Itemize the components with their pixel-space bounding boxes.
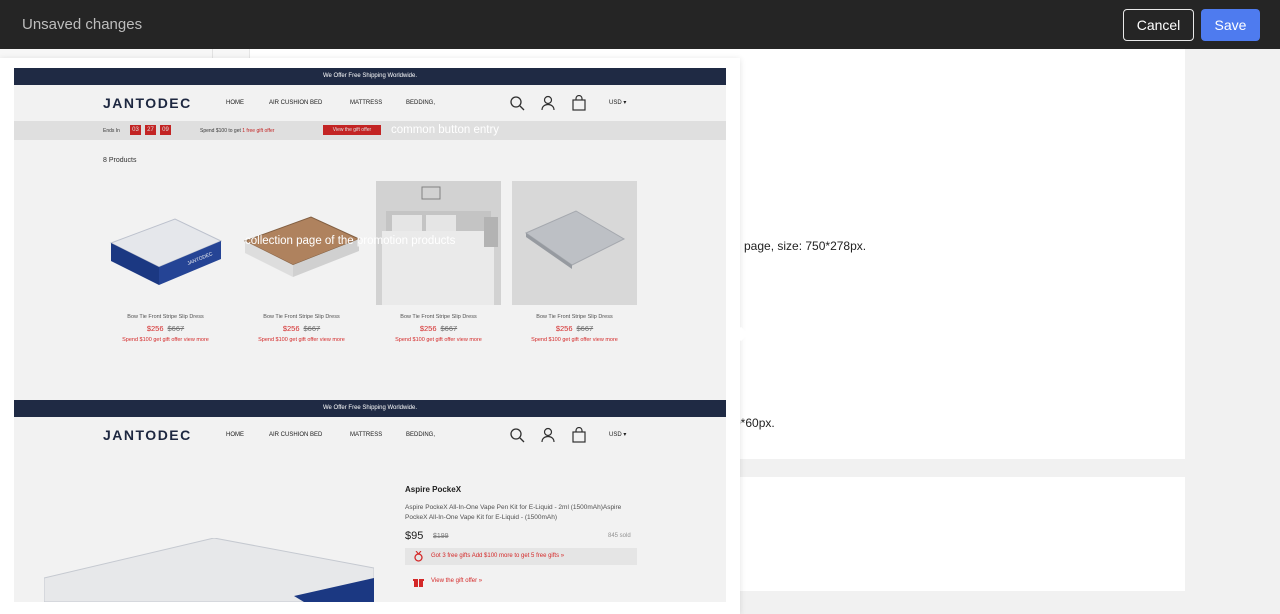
top-bar: Unsaved changes Cancel Save	[0, 0, 1280, 49]
unsaved-changes-title: Unsaved changes	[22, 16, 143, 33]
common-button-entry-label: common button entry	[391, 124, 500, 136]
collection-page-label: collection page of the promotion product…	[245, 235, 456, 247]
offer-bar-dim	[14, 121, 726, 140]
save-button[interactable]: Save	[1201, 9, 1260, 41]
shipping-banner: We Offer Free Shipping Worldwide.	[14, 68, 726, 85]
cancel-button[interactable]: Cancel	[1123, 9, 1194, 41]
store-preview-image: We Offer Free Shipping Worldwide. JANTOD…	[14, 68, 726, 602]
detail-preview-dim	[14, 417, 726, 602]
shipping-banner-detail: We Offer Free Shipping Worldwide.	[14, 400, 726, 417]
banner-size-hint: n page, size: 750*278px.	[734, 239, 867, 253]
icon-size-hint: 0*60px.	[734, 416, 775, 430]
preview-popover: We Offer Free Shipping Worldwide. JANTOD…	[0, 58, 749, 614]
